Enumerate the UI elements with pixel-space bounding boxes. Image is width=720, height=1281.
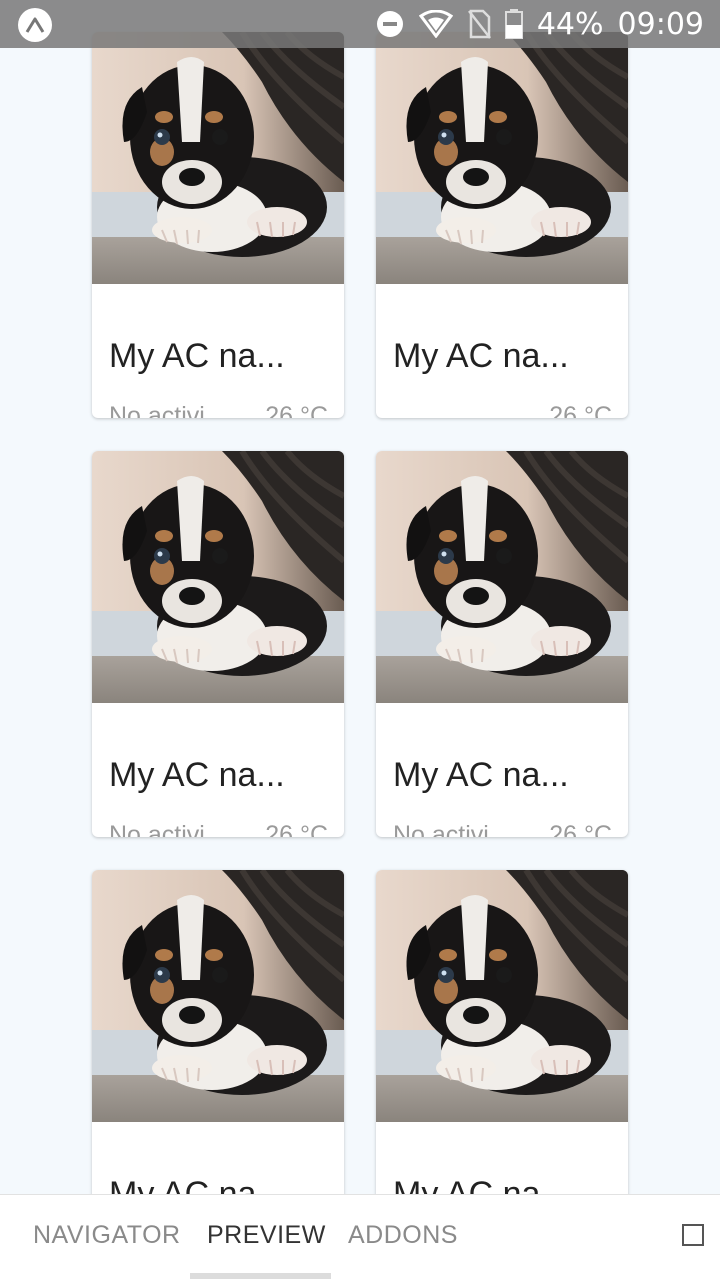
active-tab-indicator: [190, 1273, 331, 1279]
device-photo: [376, 32, 628, 284]
do-not-disturb-icon: [375, 9, 405, 39]
expo-icon: [18, 8, 52, 42]
tab-navigator[interactable]: NAVIGATOR: [33, 1221, 181, 1250]
bottom-tab-bar: NAVIGATOR PREVIEW ADDONS: [0, 1194, 720, 1281]
device-card[interactable]: My AC na...: [92, 870, 344, 1194]
device-name: My AC na...: [109, 337, 285, 375]
device-name: My AC na...: [393, 337, 569, 375]
device-photo: [92, 451, 344, 703]
device-name: My AC na...: [109, 756, 285, 794]
device-status: No activi...: [393, 821, 510, 837]
wifi-icon: [418, 10, 453, 38]
device-temperature: 26 °C: [265, 402, 328, 418]
device-temperature: 26 °C: [549, 402, 612, 418]
status-bar: 44% 09:09: [0, 0, 720, 48]
tab-addons[interactable]: ADDONS: [348, 1221, 458, 1250]
device-photo: [92, 32, 344, 284]
device-name: My AC na...: [393, 1175, 569, 1194]
battery-level: 44%: [536, 6, 604, 42]
device-name: My AC na...: [393, 756, 569, 794]
device-card[interactable]: My AC na... No activi... 26 °C: [92, 451, 344, 837]
clock: 09:09: [617, 6, 704, 42]
device-photo: [376, 870, 628, 1122]
device-list: My AC na... No activi... 26 °C My AC na.…: [0, 0, 720, 1194]
device-card[interactable]: My AC na... No activi... 26 °C: [376, 451, 628, 837]
device-temperature: 26 °C: [549, 821, 612, 837]
device-photo: [376, 451, 628, 703]
device-photo: [92, 870, 344, 1122]
device-card[interactable]: My AC na... 26 °C: [376, 32, 628, 418]
device-status: No activi...: [109, 402, 226, 418]
device-card[interactable]: My AC na... No activi... 26 °C: [92, 32, 344, 418]
battery-icon: [504, 9, 523, 39]
device-temperature: 26 °C: [265, 821, 328, 837]
square-icon[interactable]: [682, 1224, 704, 1246]
tab-preview[interactable]: PREVIEW: [207, 1221, 326, 1250]
device-status: No activi...: [109, 821, 226, 837]
no-sim-icon: [467, 9, 491, 39]
device-card[interactable]: My AC na...: [376, 870, 628, 1194]
device-name: My AC na...: [109, 1175, 285, 1194]
